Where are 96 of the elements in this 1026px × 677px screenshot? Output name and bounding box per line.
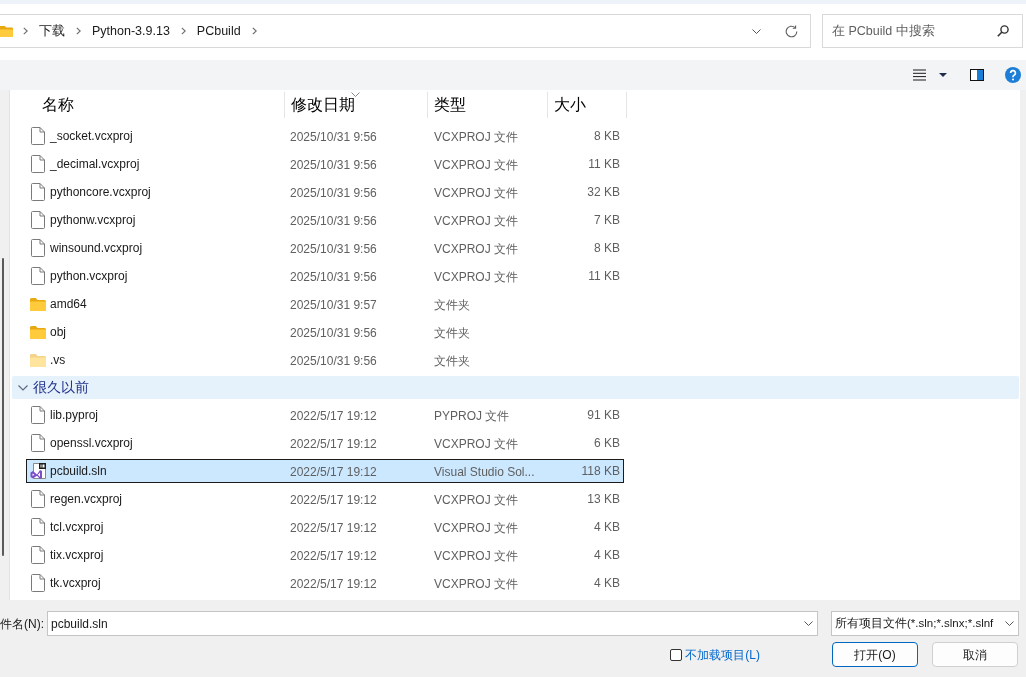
file-type: VCXPROJ 文件 [434, 270, 518, 284]
file-name: tk.vcxproj [50, 575, 101, 592]
file-type: VCXPROJ 文件 [434, 493, 518, 507]
modified-date: 2022/5/17 19:12 [290, 437, 377, 451]
breadcrumb-item[interactable]: 下载 [38, 21, 66, 41]
column-header[interactable]: 大小 [547, 92, 627, 118]
file-type: VCXPROJ 文件 [434, 577, 518, 591]
address-bar[interactable]: 下载 Python-3.9.13 PCbuild [0, 14, 811, 48]
dropdown-caret-icon[interactable] [1005, 621, 1014, 626]
file-size: 8 KB [594, 240, 620, 257]
file-name: obj [50, 324, 66, 341]
checkbox-label[interactable]: 不加载项目(L) [685, 645, 760, 664]
file-type: PYPROJ 文件 [434, 409, 510, 423]
file-type: 文件夹 [434, 326, 470, 340]
file-name: _socket.vcxproj [50, 128, 133, 145]
modified-date: 2025/10/31 9:56 [290, 186, 377, 200]
modified-date: 2025/10/31 9:56 [290, 242, 377, 256]
column-header[interactable]: 修改日期 [284, 92, 427, 118]
file-name: lib.pyproj [50, 407, 99, 424]
file-type: VCXPROJ 文件 [434, 549, 518, 563]
modified-date: 2025/10/31 9:56 [290, 354, 377, 368]
modified-date: 2025/10/31 9:56 [290, 214, 377, 228]
scrollbar-track[interactable] [1020, 90, 1026, 600]
file-name: python.vcxproj [50, 268, 128, 285]
file-name: tcl.vcxproj [50, 519, 104, 536]
modified-date: 2025/10/31 9:56 [290, 158, 377, 172]
file-name: pythoncore.vcxproj [50, 184, 151, 201]
chevron-right-icon[interactable] [76, 27, 81, 35]
chevron-right-icon[interactable] [251, 27, 257, 35]
file-size: 4 KB [594, 547, 620, 564]
file-name: .vs [50, 352, 66, 369]
file-size: 32 KB [587, 184, 620, 201]
file-size: 4 KB [594, 575, 620, 592]
file-size: 11 KB [588, 268, 620, 285]
modified-date: 2025/10/31 9:56 [290, 130, 377, 144]
file-type: VCXPROJ 文件 [434, 437, 518, 451]
file-type: VCXPROJ 文件 [434, 130, 518, 144]
modified-date: 2022/5/17 19:12 [290, 549, 377, 563]
file-row[interactable]: pcbuild.sln 2022/5/17 19:12 Visual Studio Sol... 118 KB [26, 459, 624, 483]
caret-down-icon[interactable] [939, 73, 947, 77]
file-size: 91 KB [587, 407, 620, 424]
search-field[interactable]: 在 PCbuild 中搜索 [822, 14, 1023, 48]
file-type: VCXPROJ 文件 [434, 242, 518, 256]
help-icon[interactable] [1005, 67, 1021, 83]
modified-date: 2025/10/31 9:57 [290, 298, 377, 312]
file-type-dropdown[interactable]: 所有项目文件(*.sln;*.slnx;*.slnf [831, 611, 1019, 636]
cancel-button[interactable]: 取消 [932, 642, 1018, 667]
column-header[interactable]: 类型 [427, 92, 547, 118]
modified-date: 2022/5/17 19:12 [290, 577, 377, 591]
file-size: 11 KB [588, 156, 620, 173]
column-header[interactable]: 名称 [10, 92, 284, 118]
file-type: VCXPROJ 文件 [434, 158, 518, 172]
modified-date: 2022/5/17 19:12 [290, 409, 377, 423]
open-button[interactable]: 打开(O) [832, 642, 918, 667]
folder-icon [0, 25, 13, 37]
search-icon[interactable] [997, 25, 1009, 37]
file-type: VCXPROJ 文件 [434, 521, 518, 535]
modified-date: 2022/5/17 19:12 [290, 465, 377, 479]
file-type: VCXPROJ 文件 [434, 214, 518, 228]
chevron-down-icon[interactable] [18, 384, 28, 391]
file-name-field[interactable]: pcbuild.sln [47, 611, 818, 636]
file-size: 13 KB [587, 491, 620, 508]
file-name: tix.vcxproj [50, 547, 104, 564]
dropdown-caret-icon[interactable] [804, 621, 813, 626]
chevron-right-icon[interactable] [180, 27, 186, 35]
file-type: 文件夹 [434, 298, 470, 312]
file-type: 文件夹 [434, 354, 470, 368]
view-list-icon[interactable] [913, 69, 926, 81]
group-header[interactable]: 很久以前 [12, 376, 1019, 399]
file-name: openssl.vcxproj [50, 435, 133, 452]
preview-pane-icon[interactable] [970, 69, 984, 81]
modified-date: 2022/5/17 19:12 [290, 493, 377, 507]
file-name: amd64 [50, 296, 87, 313]
file-name: _decimal.vcxproj [50, 156, 140, 173]
modified-date: 2022/5/17 19:12 [290, 521, 377, 535]
dropdown-caret-icon[interactable] [752, 28, 761, 34]
modified-date: 2025/10/31 9:56 [290, 270, 377, 284]
file-name: winsound.vcxproj [50, 240, 143, 257]
file-name-label: 件名(N): [0, 615, 44, 633]
file-name: regen.vcxproj [50, 491, 123, 508]
checkbox[interactable] [670, 648, 683, 661]
file-size: 7 KB [594, 212, 620, 229]
breadcrumb-item[interactable]: PCbuild [195, 21, 242, 41]
file-type: Visual Studio Sol... [434, 465, 535, 479]
file-type: VCXPROJ 文件 [434, 186, 518, 200]
breadcrumb-item[interactable]: Python-3.9.13 [91, 21, 171, 41]
file-size: 8 KB [594, 128, 620, 145]
refresh-icon[interactable] [785, 24, 798, 38]
chevron-right-icon[interactable] [23, 27, 28, 35]
file-size: 6 KB [594, 435, 620, 452]
modified-date: 2025/10/31 9:56 [290, 326, 377, 340]
file-name: pythonw.vcxproj [50, 212, 136, 229]
file-name: pcbuild.sln [50, 463, 107, 480]
file-size: 4 KB [594, 519, 620, 536]
file-size: 118 KB [581, 463, 620, 480]
scrollbar-thumb[interactable] [2, 258, 4, 556]
